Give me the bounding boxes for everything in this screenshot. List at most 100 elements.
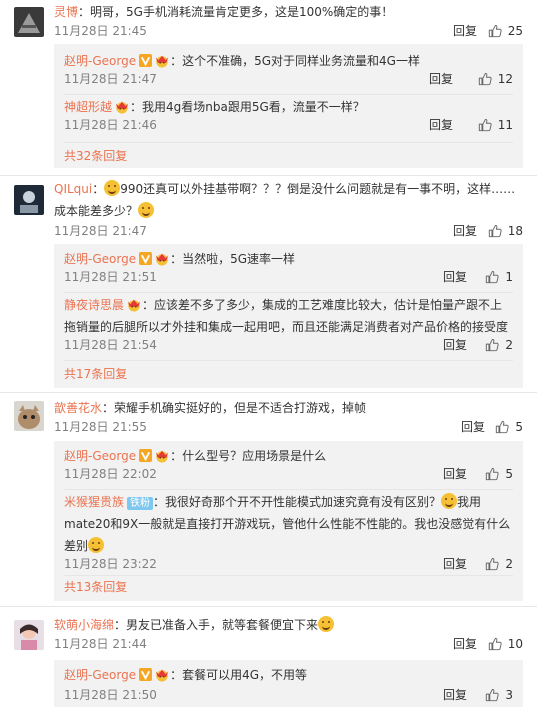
comment-author[interactable]: 歆善花水 xyxy=(54,401,102,415)
reply-item: 神超形越 ：我用4g看场nba跟用5G看，流量不一样？ 11月28日 21:46 … xyxy=(64,96,513,140)
like-count: 2 xyxy=(505,557,513,571)
thumbs-up-icon xyxy=(478,72,492,86)
reply-list: 赵明-George ：什么型号？应用场景是什么 11月28日 22:02 回复 5… xyxy=(54,441,523,601)
comment-meta: 11月28日 21:45 回复 25 xyxy=(54,22,523,40)
like-count: 5 xyxy=(505,467,513,481)
reply-button[interactable]: 回复 xyxy=(443,465,467,483)
verified-icon xyxy=(139,449,152,462)
like-count: 1 xyxy=(505,270,513,284)
comment-time: 11月28日 21:45 xyxy=(54,24,147,38)
like-button[interactable]: 1 xyxy=(485,268,513,286)
comment-time: 11月28日 21:44 xyxy=(54,637,147,651)
reply-button[interactable]: 回复 xyxy=(443,268,467,286)
reply-item: 赵明-George ：这个不准确，5G对于同样业务流量和4G一样 11月28日 2… xyxy=(64,50,513,94)
avatar[interactable] xyxy=(14,185,44,215)
reply-button[interactable]: 回复 xyxy=(453,22,477,40)
crown-emoji-icon xyxy=(126,298,142,312)
like-button[interactable]: 5 xyxy=(485,465,513,483)
like-button[interactable]: 2 xyxy=(485,336,513,354)
thumbs-up-icon xyxy=(478,118,492,132)
comment-meta: 11月28日 21:47 回复 18 xyxy=(54,222,523,240)
reply-button[interactable]: 回复 xyxy=(453,222,477,240)
thumbs-up-icon xyxy=(485,467,499,481)
reply-item: 赵明-George ：套餐可以用4G，不用等 11月28日 21:50 回复 3 xyxy=(64,664,513,708)
reply-time: 11月28日 21:51 xyxy=(64,270,157,284)
like-button[interactable]: 2 xyxy=(485,555,513,573)
divider xyxy=(64,489,513,490)
like-count: 3 xyxy=(505,688,513,702)
like-button[interactable]: 3 xyxy=(485,686,513,704)
crown-emoji-icon xyxy=(154,449,170,463)
verified-icon xyxy=(139,252,152,265)
comment-meta: 11月28日 21:55 回复 5 xyxy=(54,418,523,436)
more-replies-link[interactable]: 共32条回复 xyxy=(64,146,127,166)
thumbs-up-icon xyxy=(495,420,509,434)
divider xyxy=(64,292,513,293)
thumbs-up-icon xyxy=(485,688,499,702)
like-button[interactable]: 25 xyxy=(488,22,523,40)
thumbs-up-icon xyxy=(485,270,499,284)
avatar[interactable] xyxy=(14,620,44,650)
avatar[interactable] xyxy=(14,7,44,37)
reply-button[interactable]: 回复 xyxy=(443,336,467,354)
reply-time: 11月28日 23:22 xyxy=(64,557,157,571)
grin-emoji-icon xyxy=(88,537,105,553)
reply-button[interactable]: 回复 xyxy=(443,686,467,704)
comment-body: ：男友已准备入手，就等套餐便宜下来 xyxy=(114,618,319,632)
verified-icon xyxy=(139,54,152,67)
comment-author[interactable]: QILqui xyxy=(54,182,92,196)
reply-button[interactable]: 回复 xyxy=(453,635,477,653)
reply-author[interactable]: 赵明-George xyxy=(64,54,136,68)
reply-button[interactable]: 回复 xyxy=(443,555,467,573)
reply-body: ：当然啦，5G速率一样 xyxy=(170,252,296,266)
crown-emoji-icon xyxy=(114,100,130,114)
comment-author[interactable]: 软萌小海绵 xyxy=(54,618,114,632)
crown-emoji-icon xyxy=(154,252,170,266)
reply-button[interactable]: 回复 xyxy=(429,116,453,134)
reply-author[interactable]: 赵明-George xyxy=(64,668,136,682)
comment-body: ：明哥，5G手机消耗流量肯定更多，这是100%确定的事！ xyxy=(78,5,394,19)
thumbs-up-icon xyxy=(488,224,502,238)
reply-author[interactable]: 神超形越 xyxy=(64,100,112,114)
reply-button[interactable]: 回复 xyxy=(429,70,453,88)
like-count: 11 xyxy=(497,118,513,132)
reply-author[interactable]: 米猴猩贵族 xyxy=(64,495,124,509)
reply-item: 赵明-George ：什么型号？应用场景是什么 11月28日 22:02 回复 5 xyxy=(64,445,513,489)
reply-author[interactable]: 静夜诗思晨 xyxy=(64,298,124,312)
verified-icon xyxy=(139,668,152,681)
like-count: 12 xyxy=(497,72,513,86)
more-replies-link[interactable]: 共17条回复 xyxy=(64,364,127,384)
laughing-emoji-icon xyxy=(104,180,121,196)
like-button[interactable]: 11 xyxy=(478,116,513,134)
reply-body: ：这个不准确，5G对于同样业务流量和4G一样 xyxy=(170,54,420,68)
comment-time: 11月28日 21:55 xyxy=(54,420,147,434)
comment-body: ：荣耀手机确实挺好的，但是不适合打游戏，掉帧 xyxy=(102,401,367,415)
crown-emoji-icon xyxy=(154,668,170,682)
reply-button[interactable]: 回复 xyxy=(461,418,485,436)
like-button[interactable]: 5 xyxy=(495,418,523,436)
divider xyxy=(64,575,513,576)
thumbs-up-icon xyxy=(488,637,502,651)
comment-time: 11月28日 21:47 xyxy=(54,224,147,238)
avatar[interactable] xyxy=(14,401,44,431)
like-count: 10 xyxy=(507,637,523,651)
reply-body: ：什么型号？应用场景是什么 xyxy=(170,449,327,463)
like-button[interactable]: 18 xyxy=(488,222,523,240)
like-count: 2 xyxy=(505,338,513,352)
reply-time: 11月28日 21:54 xyxy=(64,338,157,352)
more-replies-link[interactable]: 共13条回复 xyxy=(64,577,127,597)
reply-time: 11月28日 22:02 xyxy=(64,467,157,481)
comment-text: 灵博：明哥，5G手机消耗流量肯定更多，这是100%确定的事！ xyxy=(54,1,523,23)
reply-item: 静夜诗思晨 ：应该差不多了多少，集成的工艺难度比较大，估计是怕量产跟不上拖销量的后… xyxy=(64,294,513,360)
fan-badge: 铁粉 xyxy=(127,497,154,510)
like-button[interactable]: 10 xyxy=(488,635,523,653)
comment-author[interactable]: 灵博 xyxy=(54,5,78,19)
like-count: 5 xyxy=(515,420,523,434)
reply-item: 米猴猩贵族 铁粉 ：我很好奇那个开不开性能模式加速究竟有没有区别？ 我用mate20和… xyxy=(64,491,513,575)
like-button[interactable]: 12 xyxy=(478,70,513,88)
reply-item: 赵明-George ：当然啦，5G速率一样 11月28日 21:51 回复 1 xyxy=(64,248,513,292)
reply-author[interactable]: 赵明-George xyxy=(64,449,136,463)
smile-emoji-icon xyxy=(318,616,335,632)
reply-author[interactable]: 赵明-George xyxy=(64,252,136,266)
thumbs-up-icon xyxy=(488,24,502,38)
